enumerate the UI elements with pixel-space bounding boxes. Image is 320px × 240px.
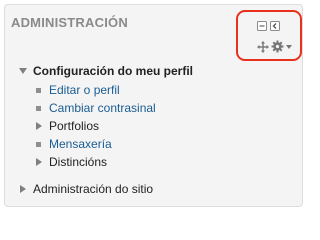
tree-item-messaging[interactable]: Mensaxería	[5, 136, 295, 152]
bullet-icon	[36, 88, 41, 93]
collapsed-arrow-icon[interactable]	[20, 185, 26, 193]
edit-profile-link[interactable]: Editar o perfil	[49, 82, 120, 98]
move-icon[interactable]	[257, 41, 269, 53]
collapsed-arrow-icon[interactable]	[36, 158, 42, 166]
administration-block: ADMINISTRACIÓN Configuración do meu perf…	[4, 4, 303, 207]
collapse-icon[interactable]	[257, 21, 267, 31]
messaging-link[interactable]: Mensaxería	[49, 136, 112, 152]
tree-node-site-admin[interactable]: Administración do sitio	[5, 181, 295, 197]
expanded-arrow-icon[interactable]	[19, 68, 27, 74]
gear-icon[interactable]	[271, 40, 284, 53]
tree-node-profile-settings[interactable]: Configuración do meu perfil	[5, 63, 295, 79]
tree-node-badges[interactable]: Distincións	[5, 154, 295, 170]
dock-icon[interactable]	[270, 21, 280, 31]
change-password-link[interactable]: Cambiar contrasinal	[49, 100, 156, 116]
tree-node-label: Distincións	[49, 155, 108, 169]
chevron-down-icon[interactable]	[286, 45, 292, 49]
block-controls-highlight	[236, 10, 302, 61]
tree-item-edit-profile[interactable]: Editar o perfil	[5, 82, 295, 98]
tree-node-portfolios[interactable]: Portfolios	[5, 118, 295, 134]
tree-node-label: Portfolios	[49, 119, 100, 133]
block-title: ADMINISTRACIÓN	[11, 15, 128, 30]
tree-node-label: Administración do sitio	[33, 182, 154, 196]
tree-node-label: Configuración do meu perfil	[33, 64, 194, 78]
collapsed-arrow-icon[interactable]	[36, 122, 42, 130]
bullet-icon	[36, 142, 41, 147]
tree-item-change-password[interactable]: Cambiar contrasinal	[5, 100, 295, 116]
bullet-icon	[36, 106, 41, 111]
